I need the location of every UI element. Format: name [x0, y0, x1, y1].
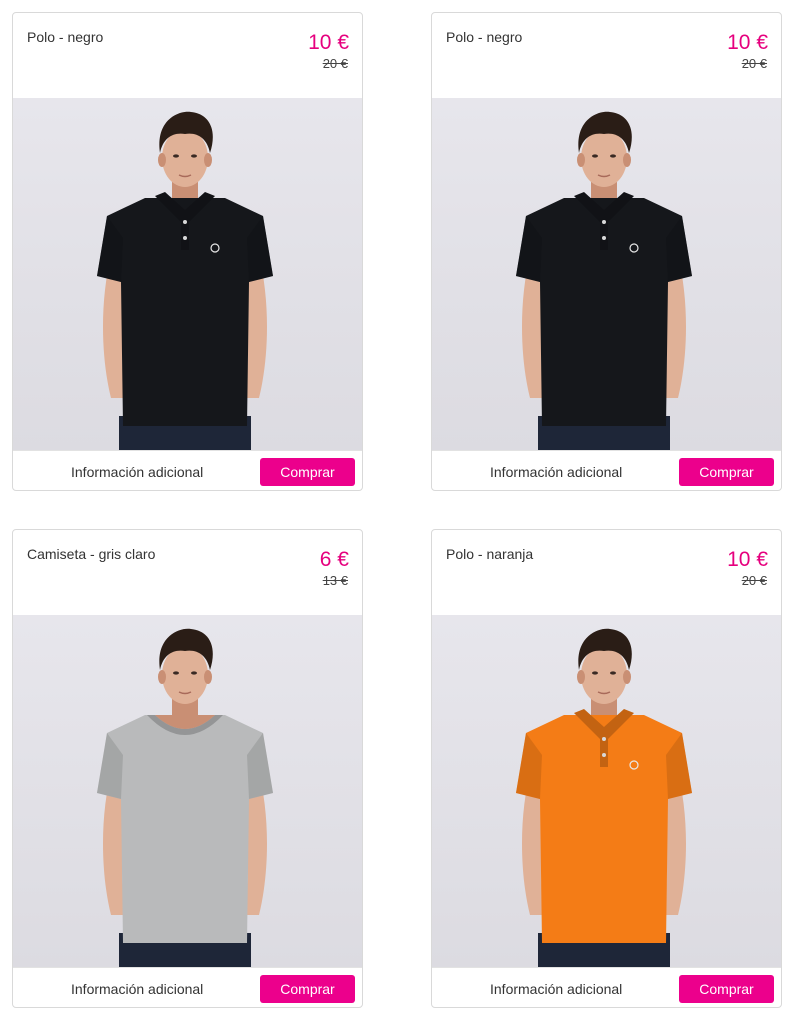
- more-info-link[interactable]: Información adicional: [490, 981, 622, 997]
- card-footer: Información adicional Comprar: [13, 967, 362, 1007]
- card-footer: Información adicional Comprar: [13, 450, 362, 490]
- product-photo[interactable]: [432, 615, 781, 967]
- card-header: Camiseta - gris claro 6 € 13 €: [13, 530, 362, 615]
- card-header: Polo - negro 10 € 20 €: [432, 13, 781, 98]
- card-header: Polo - naranja 10 € 20 €: [432, 530, 781, 615]
- product-price: 6 €: [319, 548, 349, 571]
- product-photo[interactable]: [13, 615, 362, 967]
- product-price: 10 €: [727, 31, 768, 54]
- model-illustration: [516, 628, 692, 967]
- model-illustration: [516, 111, 692, 450]
- product-card: Polo - negro 10 € 20 € Información adici…: [431, 12, 782, 491]
- buy-button[interactable]: Comprar: [260, 458, 355, 486]
- more-info-link[interactable]: Información adicional: [71, 981, 203, 997]
- model-illustration: [97, 628, 273, 967]
- buy-button[interactable]: Comprar: [679, 458, 774, 486]
- more-info-link[interactable]: Información adicional: [490, 464, 622, 480]
- product-title[interactable]: Polo - negro: [27, 29, 103, 45]
- product-title[interactable]: Polo - negro: [446, 29, 522, 45]
- more-info-link[interactable]: Información adicional: [71, 464, 203, 480]
- product-title[interactable]: Polo - naranja: [446, 546, 533, 562]
- product-price: 10 €: [727, 548, 768, 571]
- product-title[interactable]: Camiseta - gris claro: [27, 546, 155, 562]
- card-footer: Información adicional Comprar: [432, 967, 781, 1007]
- product-old-price: 20 €: [741, 56, 767, 71]
- buy-button[interactable]: Comprar: [679, 975, 774, 1003]
- product-card: Camiseta - gris claro 6 € 13 € Informaci…: [12, 529, 363, 1008]
- product-old-price: 20 €: [322, 56, 348, 71]
- product-card: Polo - naranja 10 € 20 € Información adi…: [431, 529, 782, 1008]
- model-illustration: [97, 111, 273, 450]
- product-old-price: 13 €: [322, 573, 348, 588]
- product-photo[interactable]: [13, 98, 362, 450]
- buy-button[interactable]: Comprar: [260, 975, 355, 1003]
- card-header: Polo - negro 10 € 20 €: [13, 13, 362, 98]
- product-card: Polo - negro 10 € 20 € Información adici…: [12, 12, 363, 491]
- product-photo[interactable]: [432, 98, 781, 450]
- card-footer: Información adicional Comprar: [432, 450, 781, 490]
- product-old-price: 20 €: [741, 573, 767, 588]
- product-price: 10 €: [308, 31, 349, 54]
